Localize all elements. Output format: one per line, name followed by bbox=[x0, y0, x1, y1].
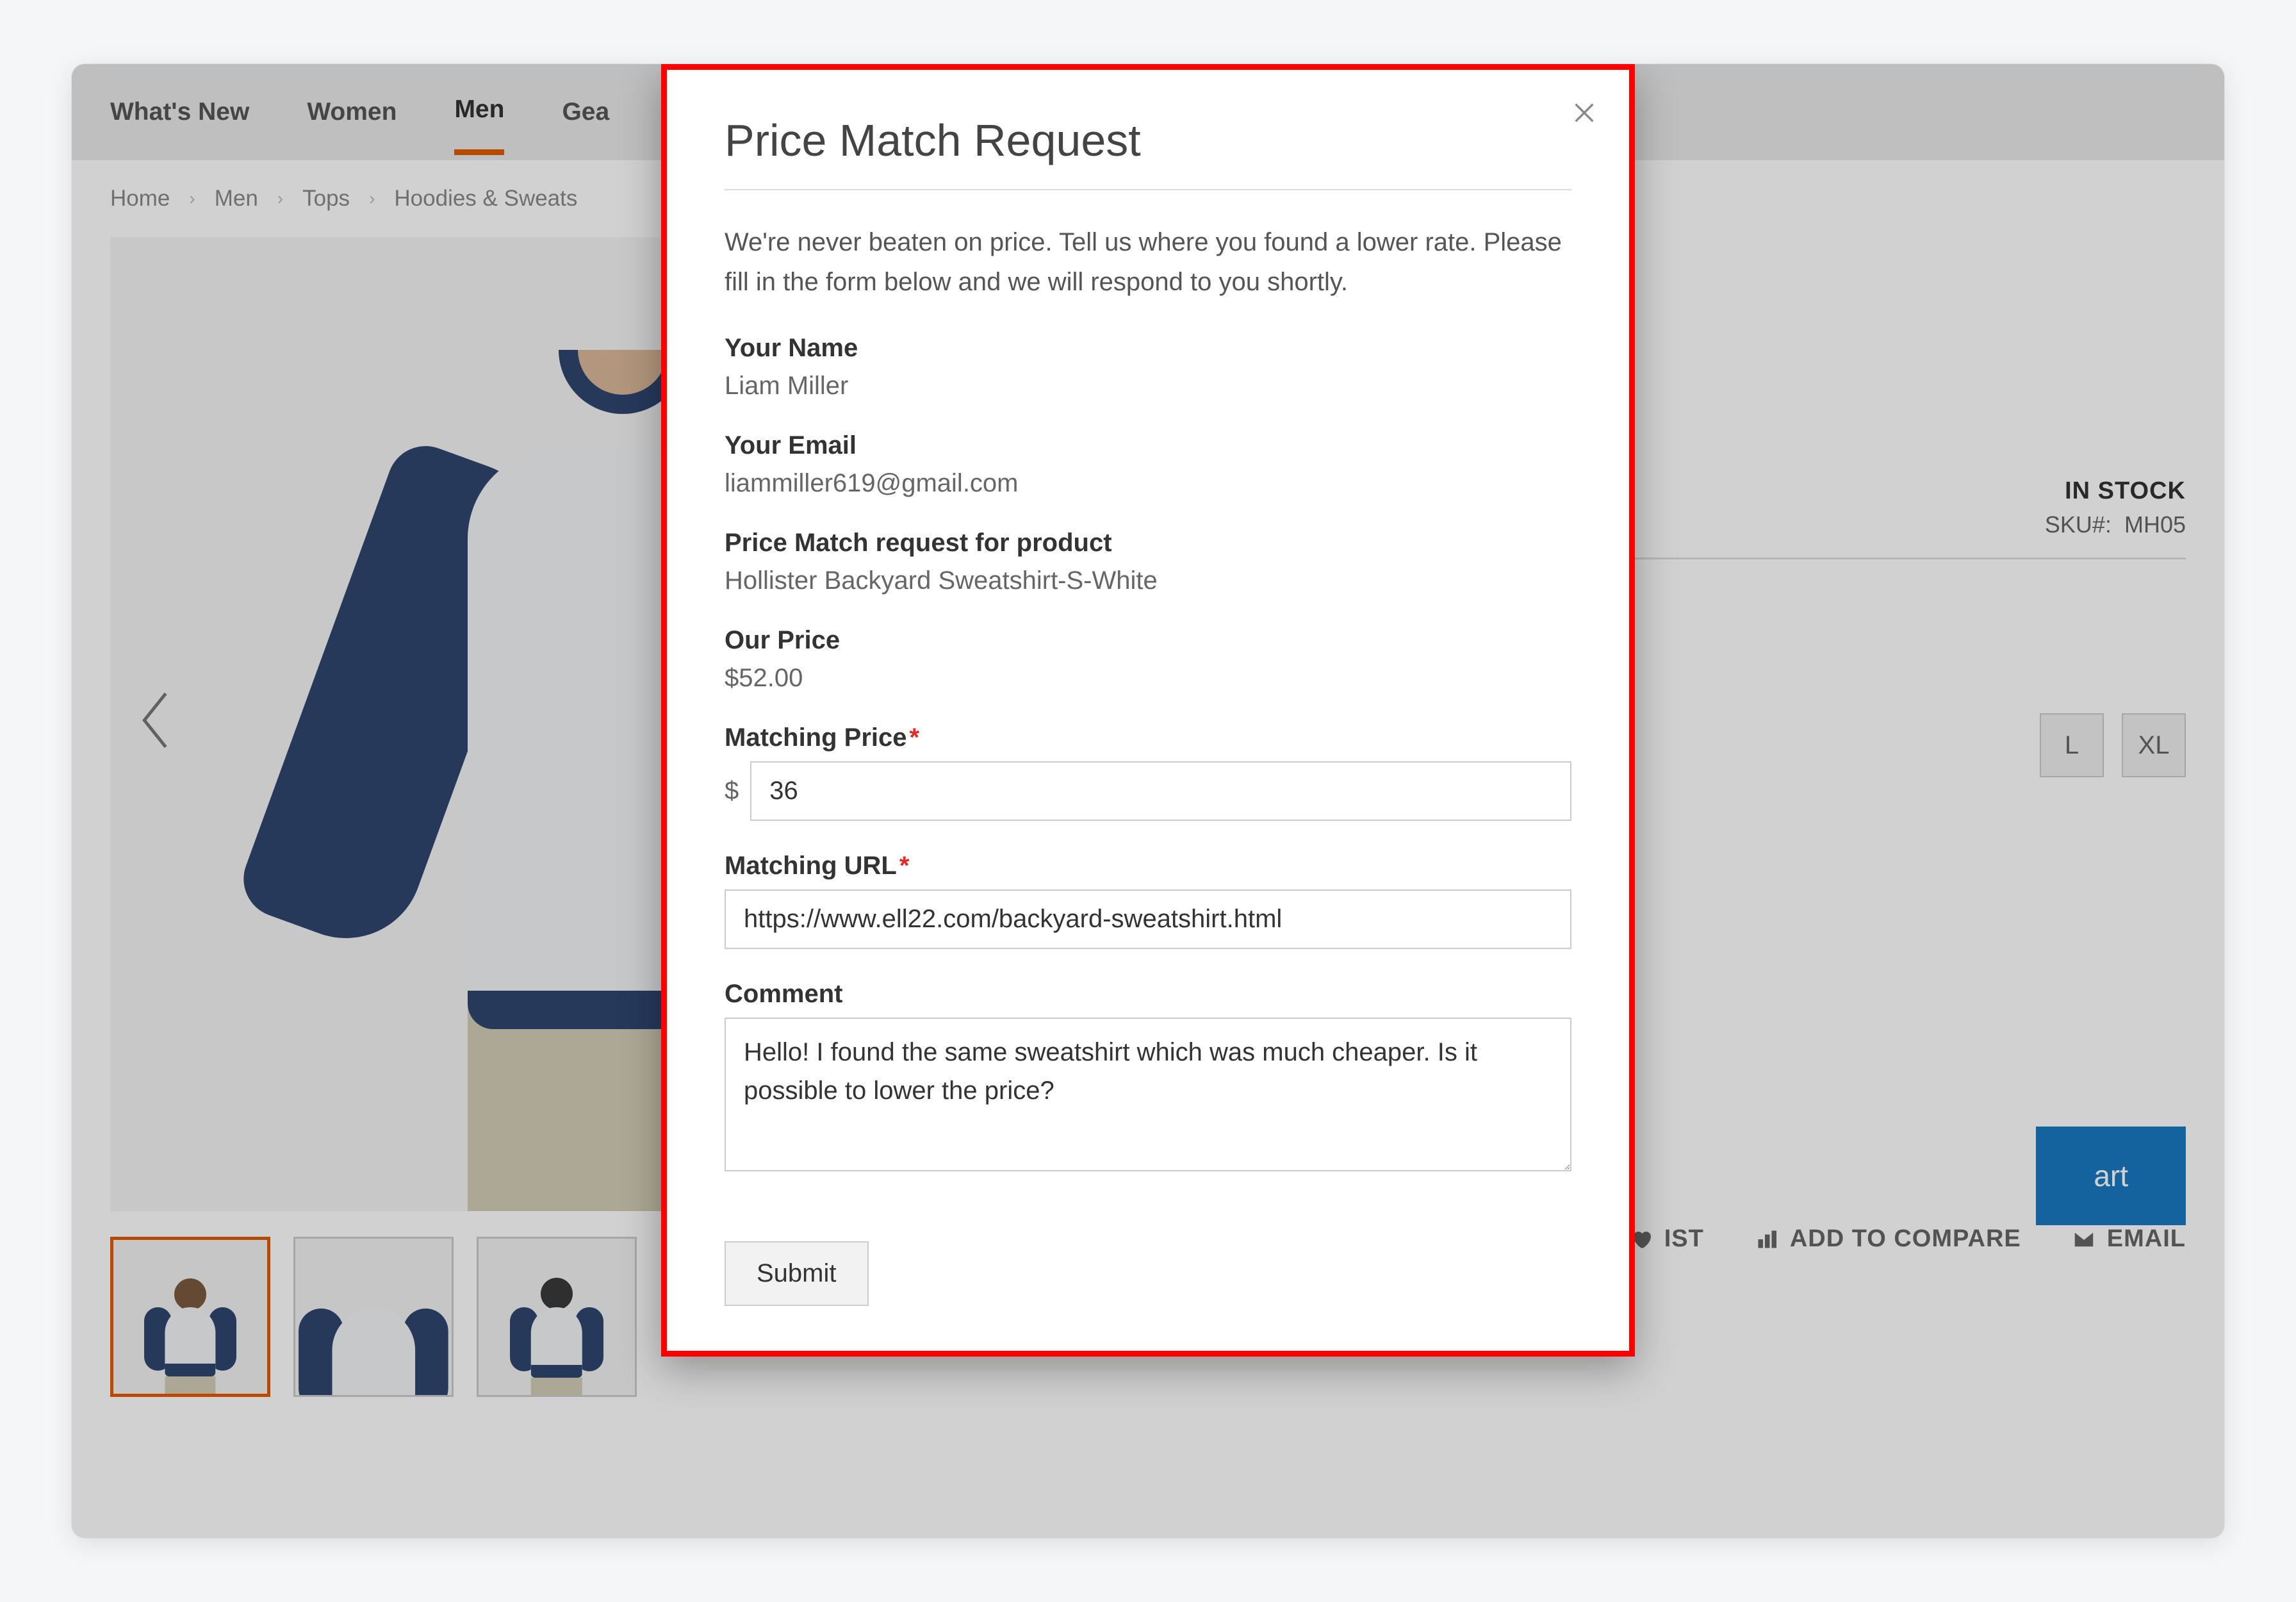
size-option-xl[interactable]: XL bbox=[2122, 713, 2186, 777]
product-value: Hollister Backyard Sweatshirt-S-White bbox=[725, 566, 1571, 595]
chevron-right-icon: › bbox=[277, 188, 283, 209]
field-comment: Comment bbox=[725, 980, 1571, 1175]
chevron-right-icon: › bbox=[189, 188, 195, 209]
sku-value: MH05 bbox=[2124, 511, 2186, 538]
required-asterisk: * bbox=[910, 723, 920, 752]
breadcrumb-item[interactable]: Tops bbox=[302, 186, 350, 211]
email-button[interactable]: EMAIL bbox=[2072, 1225, 2186, 1253]
matching-price-input[interactable] bbox=[750, 761, 1571, 821]
name-value: Liam Miller bbox=[725, 372, 1571, 400]
stock-status: IN STOCK bbox=[2065, 477, 2186, 505]
required-asterisk: * bbox=[899, 852, 910, 880]
breadcrumb-item[interactable]: Home bbox=[110, 186, 170, 211]
matching-price-label: Matching Price* bbox=[725, 723, 1571, 752]
sku: SKU#: MH05 bbox=[2045, 511, 2186, 538]
breadcrumb-item[interactable]: Hoodies & Sweats bbox=[394, 186, 577, 211]
thumbnail[interactable] bbox=[477, 1237, 637, 1397]
matching-price-input-wrap: $ bbox=[725, 761, 1571, 821]
nav-item-men[interactable]: Men bbox=[454, 70, 504, 155]
field-matching-price: Matching Price* $ bbox=[725, 723, 1571, 821]
app-frame: What's New Women Men Gea Home › Men › To… bbox=[72, 64, 2224, 1538]
nav-item-gear[interactable]: Gea bbox=[562, 72, 609, 152]
close-button[interactable] bbox=[1571, 95, 1597, 131]
comment-label: Comment bbox=[725, 980, 1571, 1009]
our-price-value: $52.00 bbox=[725, 664, 1571, 693]
name-label: Your Name bbox=[725, 334, 1571, 363]
sku-label: SKU#: bbox=[2045, 511, 2112, 538]
submit-button[interactable]: Submit bbox=[725, 1241, 869, 1306]
nav-item-women[interactable]: Women bbox=[307, 72, 397, 152]
breadcrumb-item[interactable]: Men bbox=[215, 186, 258, 211]
chevron-right-icon: › bbox=[369, 188, 375, 209]
email-value: liammiller619@gmail.com bbox=[725, 469, 1571, 498]
email-label: EMAIL bbox=[2107, 1225, 2186, 1253]
chevron-left-icon bbox=[139, 688, 171, 752]
thumbnail[interactable] bbox=[293, 1237, 454, 1397]
field-our-price: Our Price $52.00 bbox=[725, 626, 1571, 693]
bar-chart-icon bbox=[1755, 1228, 1778, 1251]
app-inner: What's New Women Men Gea Home › Men › To… bbox=[72, 64, 2224, 1538]
matching-url-label: Matching URL* bbox=[725, 852, 1571, 880]
comment-input[interactable] bbox=[725, 1018, 1571, 1171]
currency-symbol: $ bbox=[725, 777, 739, 805]
modal-description: We're never beaten on price. Tell us whe… bbox=[725, 222, 1571, 302]
size-option-l[interactable]: L bbox=[2040, 713, 2104, 777]
envelope-icon bbox=[2072, 1228, 2095, 1251]
matching-url-input[interactable] bbox=[725, 889, 1571, 949]
field-product: Price Match request for product Holliste… bbox=[725, 529, 1571, 595]
our-price-label: Our Price bbox=[725, 626, 1571, 655]
price-match-modal: Price Match Request We're never beaten o… bbox=[661, 64, 1635, 1357]
field-name: Your Name Liam Miller bbox=[725, 334, 1571, 400]
nav-item-whats-new[interactable]: What's New bbox=[110, 72, 249, 152]
modal-title: Price Match Request bbox=[725, 115, 1571, 190]
compare-label: ADD TO COMPARE bbox=[1790, 1225, 2021, 1253]
matching-url-label-text: Matching URL bbox=[725, 852, 897, 880]
gallery-prev-button[interactable] bbox=[129, 675, 181, 765]
add-to-cart-button[interactable]: art bbox=[2036, 1127, 2186, 1225]
add-to-compare-button[interactable]: ADD TO COMPARE bbox=[1755, 1225, 2021, 1253]
email-label: Your Email bbox=[725, 431, 1571, 460]
field-email: Your Email liammiller619@gmail.com bbox=[725, 431, 1571, 498]
add-to-wishlist-button[interactable]: IST bbox=[1630, 1225, 1704, 1253]
field-matching-url: Matching URL* bbox=[725, 852, 1571, 949]
product-label: Price Match request for product bbox=[725, 529, 1571, 557]
close-icon bbox=[1571, 100, 1597, 126]
wishlist-label: IST bbox=[1664, 1225, 1704, 1253]
matching-price-label-text: Matching Price bbox=[725, 723, 907, 752]
thumbnail[interactable] bbox=[110, 1237, 270, 1397]
